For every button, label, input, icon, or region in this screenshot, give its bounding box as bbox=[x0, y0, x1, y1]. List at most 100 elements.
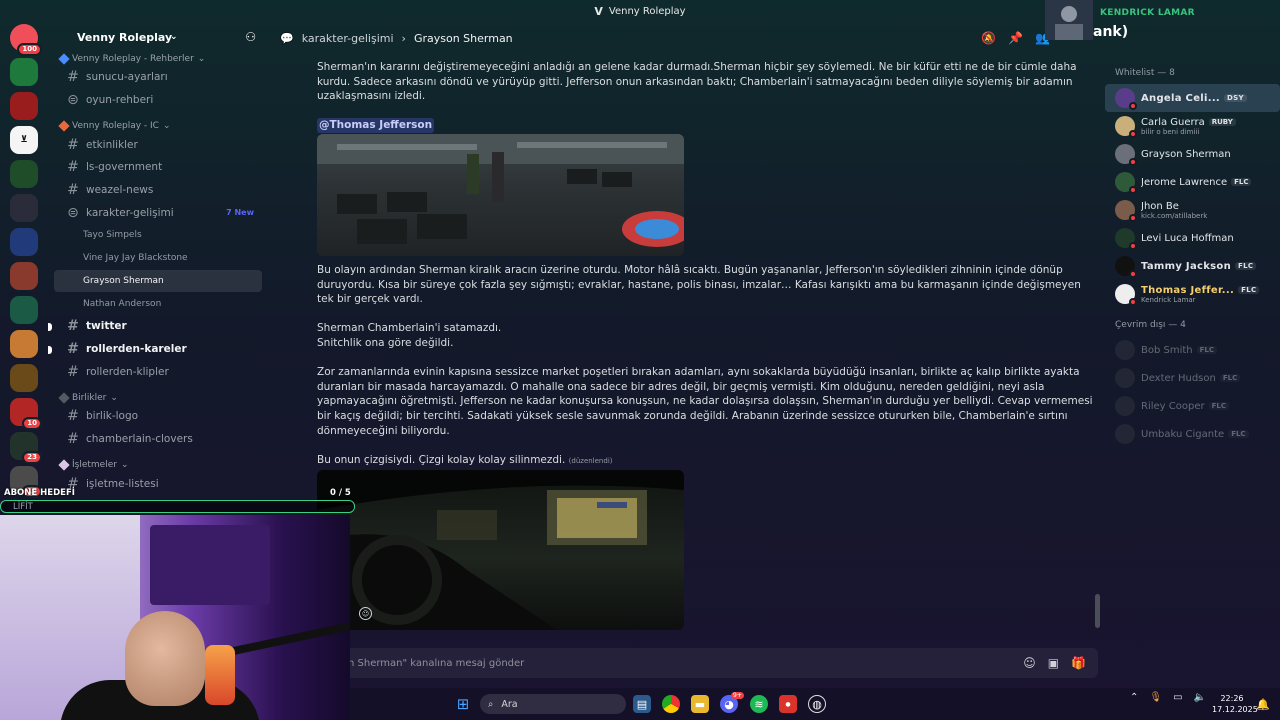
member-item[interactable]: Grayson Sherman bbox=[1105, 140, 1280, 168]
member-item[interactable]: Tammy Jackson FLC bbox=[1105, 252, 1280, 280]
server-clover-green-icon[interactable] bbox=[10, 58, 38, 86]
message-paragraph: Bu olayın ardından Sherman kiralık aracı… bbox=[317, 263, 1081, 306]
server-redhead-icon[interactable] bbox=[10, 262, 38, 290]
member-item-offline[interactable]: Riley Cooper FLC bbox=[1105, 392, 1280, 420]
member-name: Umbaku Cigante FLC bbox=[1141, 429, 1249, 440]
car-interior-image bbox=[317, 470, 684, 631]
server-venny-blue-icon[interactable] bbox=[10, 228, 38, 256]
taskbar-clock[interactable]: 22:26 17.12.2025 bbox=[1212, 693, 1258, 715]
notification-bell-icon[interactable]: 🔔 bbox=[1254, 695, 1272, 713]
channel-oyun-rehberi[interactable]: ⊜ oyun-rehberi bbox=[54, 89, 262, 112]
message-scrollbar[interactable] bbox=[1095, 594, 1100, 628]
obs-recorder-icon[interactable]: ● bbox=[779, 695, 797, 713]
server-venny-v-icon[interactable]: ⊻ bbox=[10, 126, 38, 154]
category-header[interactable]: Birlikler ⌄ bbox=[48, 391, 268, 405]
server-venny-logo-icon[interactable] bbox=[10, 194, 38, 222]
avatar bbox=[1115, 396, 1135, 416]
category-icon bbox=[58, 459, 70, 471]
gift-icon[interactable]: 🎁 bbox=[1071, 656, 1086, 670]
now-playing-track: ank) bbox=[1093, 24, 1129, 40]
header-channel-name[interactable]: karakter-gelişimi bbox=[302, 32, 394, 45]
channel-işletme-listesi[interactable]: # işletme-listesi bbox=[54, 472, 262, 495]
windows-start-icon[interactable]: ⊞ bbox=[454, 695, 472, 713]
channel-rollerden-kareler[interactable]: # rollerden-kareler bbox=[48, 338, 262, 361]
category-icon bbox=[58, 53, 70, 65]
volume-icon[interactable]: 🔈 bbox=[1194, 692, 1206, 703]
thread-item[interactable]: Tayo Simpels bbox=[54, 224, 262, 247]
channel-twitter[interactable]: # twitter bbox=[48, 315, 262, 338]
channel-ls-government[interactable]: # ls-government bbox=[54, 156, 262, 179]
server-seal-icon[interactable] bbox=[10, 296, 38, 324]
chrome-icon[interactable] bbox=[662, 695, 680, 713]
discord-home-icon[interactable]: 100 bbox=[10, 24, 42, 56]
server-santa-icon[interactable]: 10 bbox=[10, 398, 42, 430]
server-shamrock-icon[interactable] bbox=[10, 160, 38, 188]
member-item-offline[interactable]: Umbaku Cigante FLC bbox=[1105, 420, 1280, 448]
add-friend-icon[interactable]: ⚇ bbox=[245, 30, 256, 44]
message-paragraph-last: Bu onun çizgisiydi. Çizgi kolay kolay si… bbox=[317, 453, 1095, 469]
clock-date: 17.12.2025 bbox=[1212, 705, 1258, 714]
microphone-icon[interactable]: 🎙 bbox=[1149, 692, 1162, 703]
member-tag: FLC bbox=[1220, 374, 1240, 382]
add-reaction-icon[interactable]: ☺ bbox=[359, 607, 372, 620]
member-text: Bob Smith FLC bbox=[1141, 345, 1217, 356]
file-explorer-icon[interactable]: ▬ bbox=[691, 695, 709, 713]
hash-icon: # bbox=[67, 69, 79, 86]
thread-item[interactable]: Grayson Sherman bbox=[54, 269, 262, 293]
member-tag: FLC bbox=[1228, 430, 1248, 438]
member-item-offline[interactable]: Bob Smith FLC bbox=[1105, 336, 1280, 364]
status-dnd-icon bbox=[1129, 158, 1137, 166]
member-name-text: Angela Celi... bbox=[1141, 92, 1221, 104]
thread-item[interactable]: Vine Jay Jay Blackstone bbox=[54, 247, 262, 270]
forum-icon: 💬 bbox=[280, 31, 294, 45]
server-character-icon[interactable] bbox=[10, 330, 38, 358]
network-icon[interactable]: ▭ bbox=[1173, 692, 1182, 703]
spotify-icon[interactable]: ≋ bbox=[750, 695, 768, 713]
member-item-offline[interactable]: Dexter Hudson FLC bbox=[1105, 364, 1280, 392]
server-red-icon[interactable] bbox=[10, 92, 38, 120]
chevron-up-icon[interactable]: ⌃ bbox=[1130, 692, 1138, 703]
member-text: Riley Cooper FLC bbox=[1141, 401, 1229, 412]
member-name: Levi Luca Hoffman bbox=[1141, 233, 1234, 244]
steam-icon[interactable]: ◍ bbox=[808, 695, 826, 713]
server-lion-icon[interactable] bbox=[10, 364, 38, 392]
channel-karakter-gelişimi[interactable]: ⊜ karakter-gelişimi 7 New bbox=[54, 201, 262, 224]
channel-sunucu-ayarları[interactable]: # sunucu-ayarları bbox=[54, 66, 262, 89]
thread-item[interactable]: Nathan Anderson bbox=[54, 292, 262, 315]
member-item[interactable]: Jhon Be kick.com/atillaberk bbox=[1105, 196, 1280, 224]
message-composer[interactable]: n Sherman" kanalına mesaj gönder ☺ ▣ 🎁 bbox=[338, 648, 1098, 678]
status-dnd-icon bbox=[1129, 270, 1137, 278]
message-image-attachment[interactable] bbox=[317, 133, 684, 256]
channel-chamberlain-clovers[interactable]: # chamberlain-clovers bbox=[54, 428, 262, 451]
category-header[interactable]: İşletmeler ⌄ bbox=[48, 458, 268, 472]
member-item[interactable]: Angela Celi... DSY bbox=[1105, 84, 1280, 112]
user-mention[interactable]: @Thomas Jefferson bbox=[317, 118, 435, 133]
emoji-icon[interactable]: ☺ bbox=[1023, 656, 1036, 670]
member-text: Umbaku Cigante FLC bbox=[1141, 429, 1249, 440]
server-dark-icon[interactable]: 23 bbox=[10, 432, 42, 464]
member-item[interactable]: Levi Luca Hoffman bbox=[1105, 224, 1280, 252]
mute-thread-icon[interactable]: 🔕 bbox=[981, 31, 996, 45]
member-text: Grayson Sherman bbox=[1141, 149, 1231, 160]
member-text: Jerome Lawrence FLC bbox=[1141, 177, 1252, 188]
channel-birlik-logo[interactable]: # birlik-logo bbox=[54, 405, 262, 428]
message-image-attachment[interactable] bbox=[317, 470, 684, 631]
category-header[interactable]: Venny Roleplay - Rehberler ⌄ bbox=[48, 52, 268, 66]
image-icon[interactable]: ▣ bbox=[1048, 656, 1059, 670]
hash-icon: # bbox=[67, 182, 79, 199]
taskbar-search[interactable]: ⌕ Ara bbox=[480, 694, 626, 714]
member-item[interactable]: Jerome Lawrence FLC bbox=[1105, 168, 1280, 196]
category-header[interactable]: Venny Roleplay - IC ⌄ bbox=[48, 119, 268, 133]
server-header[interactable]: Venny Roleplay ⌄ ⚇ bbox=[48, 22, 268, 52]
discord-window: V Venny Roleplay 100 ⊻ 10 23 15 Venny Rolepl… bbox=[0, 0, 1280, 720]
member-status-text: Kendrick Lamar bbox=[1141, 295, 1196, 304]
widgets-icon[interactable]: ▤ bbox=[633, 695, 651, 713]
member-item[interactable]: Carla Guerra RUBY bilir o beni dimiii bbox=[1105, 112, 1280, 140]
channel-etkinlikler[interactable]: # etkinlikler bbox=[54, 133, 262, 156]
member-item[interactable]: Thomas Jeffer... FLC Kendrick Lamar bbox=[1105, 280, 1280, 308]
channel-rollerden-klipler[interactable]: # rollerden-klipler bbox=[54, 360, 262, 383]
pin-icon[interactable]: 📌 bbox=[1008, 31, 1023, 45]
channel-sidebar: Venny Roleplay ⌄ ⚇ Venny Roleplay - Rehb… bbox=[48, 22, 268, 510]
channel-weazel-news[interactable]: # weazel-news bbox=[54, 179, 262, 202]
taskbar-search-placeholder: Ara bbox=[501, 698, 518, 710]
